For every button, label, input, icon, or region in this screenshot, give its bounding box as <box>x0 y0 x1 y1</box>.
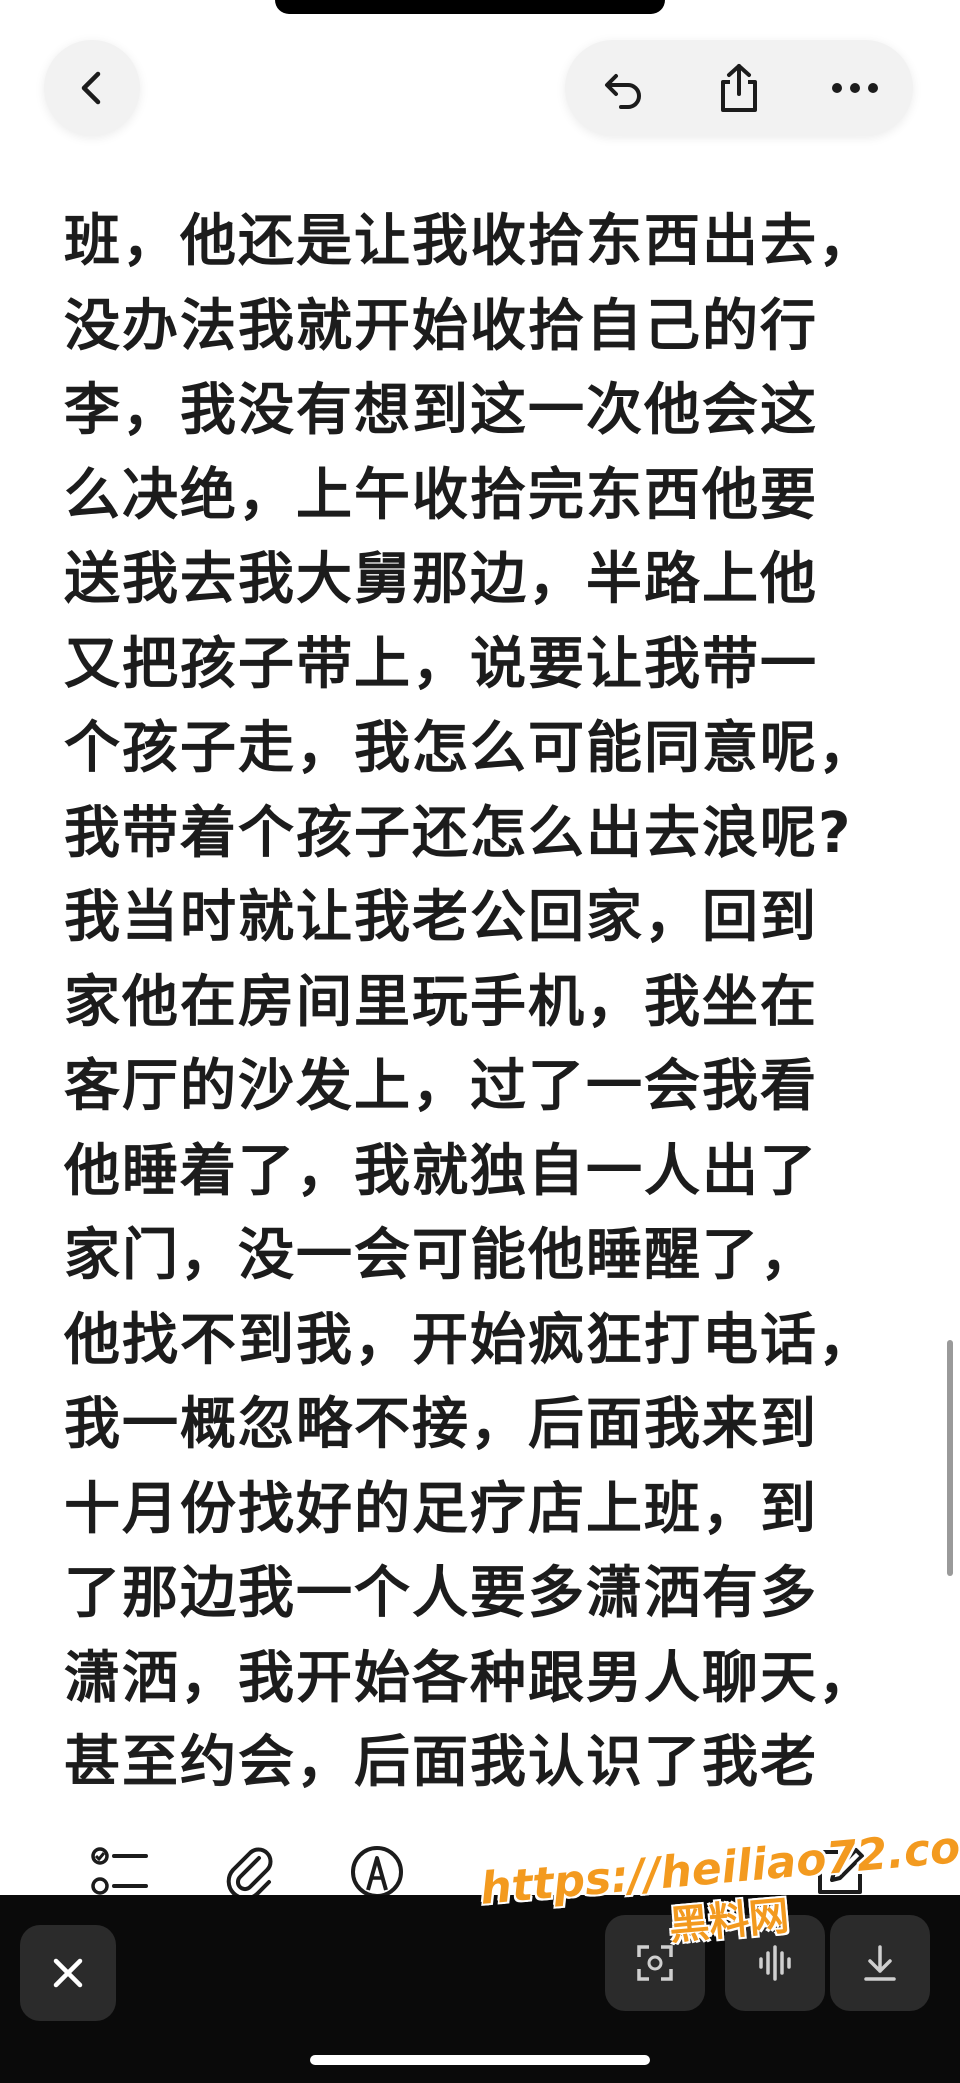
note-line: 我一概忽略不接，后面我来到 <box>64 1392 818 1457</box>
chevron-left-icon <box>81 71 101 105</box>
note-line: 十月份找好的足疗店上班，到 <box>64 1476 818 1542</box>
note-line: 没办法我就开始收拾自己的行 <box>64 293 818 359</box>
note-line: 送我去我大舅那边，半路上他 <box>64 547 818 612</box>
note-text[interactable]: 班，他还是让我收拾东西出去， 没办法我就开始收拾自己的行 李，我没有想到这一次他… <box>64 200 904 1806</box>
share-button[interactable] <box>681 40 797 136</box>
note-line: 潇洒，我开始各种跟男人聊天， <box>64 1645 876 1711</box>
paperclip-icon <box>226 1847 273 1900</box>
scroll-indicator[interactable] <box>947 1340 953 1576</box>
note-line: 家他在房间里玩手机，我坐在 <box>64 969 818 1035</box>
undo-icon <box>605 74 641 109</box>
note-line: 班，他还是让我收拾东西出去， <box>64 209 876 274</box>
note-line: 他找不到我，开始疯狂打电话， <box>64 1307 876 1373</box>
note-actions-group <box>565 40 913 136</box>
more-button[interactable] <box>797 40 913 136</box>
note-line: 李，我没有想到这一次他会这 <box>64 378 818 443</box>
note-line: 我当时就让我老公回家，回到 <box>64 885 818 950</box>
close-icon <box>53 1958 83 1988</box>
note-line: 又把孩子带上，说要让我带一 <box>64 631 818 697</box>
close-button[interactable] <box>20 1925 116 2021</box>
undo-button[interactable] <box>565 40 681 136</box>
more-horizontal-icon <box>832 83 878 93</box>
checklist-icon <box>91 1847 148 1895</box>
note-line: 他睡着了，我就独自一人出了 <box>64 1138 818 1204</box>
home-indicator[interactable] <box>310 2055 650 2065</box>
note-line: 么决绝，上午收拾完东西他要 <box>64 462 818 528</box>
note-line: 了那边我一个人要多潇洒有多 <box>64 1561 818 1626</box>
note-line: 家门，没一会可能他睡醒了， <box>64 1223 818 1288</box>
note-line: 我带着个孩子还怎么出去浪呢? <box>64 800 853 866</box>
share-icon <box>721 64 757 112</box>
back-button[interactable] <box>44 40 140 136</box>
note-top-bar <box>0 0 960 180</box>
note-line: 个孩子走，我怎么可能同意呢， <box>64 716 876 781</box>
note-line: 客厅的沙发上，过了一会我看 <box>64 1054 818 1119</box>
markup-pen-icon <box>351 1846 403 1898</box>
